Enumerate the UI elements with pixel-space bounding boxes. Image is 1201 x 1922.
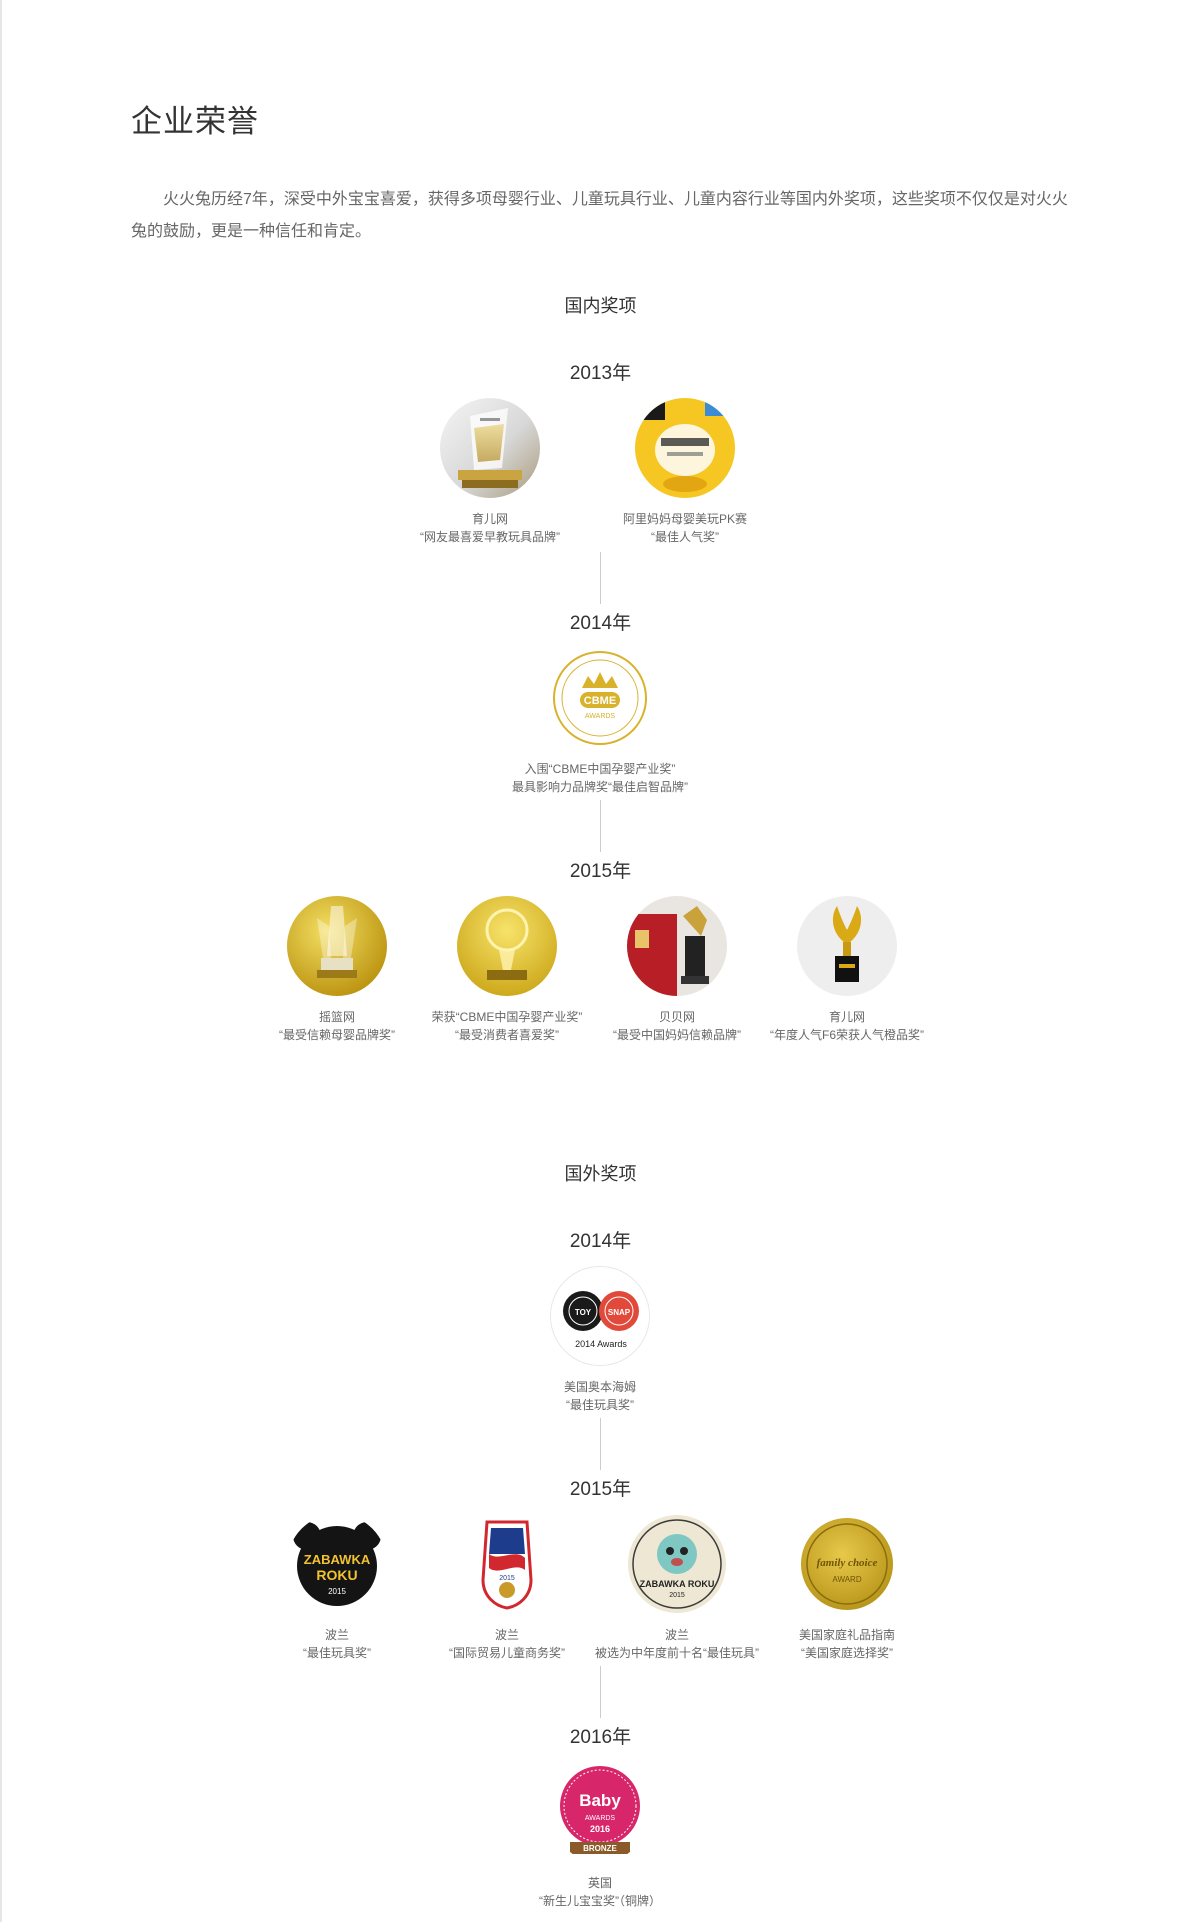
award-name: 育儿网 [828, 1010, 865, 1024]
award-desc: “新生儿宝宝奖”（铜牌） [539, 1894, 661, 1908]
baby-pregnancy-awards-bronze-icon: Baby AWARDS 2016 BRONZE [550, 1762, 650, 1862]
year-domestic-2015: 2015年 [569, 861, 632, 882]
award-desc: “年度人气F6荣获人气橙品奖” [770, 1028, 924, 1042]
award-item: 育儿网 “网友最喜爱早教玩具品牌” [390, 398, 590, 546]
page-left-border [0, 0, 2, 1922]
cbme-awards-badge-icon: CBME AWARDS [550, 648, 650, 748]
timeline-connector [600, 1418, 601, 1470]
award-item: family choice AWARD 美国家庭礼品指南 “美国家庭选择奖” [747, 1514, 947, 1662]
badge-subtext: AWARD [832, 1575, 861, 1584]
red-certificate-trophy-icon [627, 896, 727, 996]
badge-rank: BRONZE [583, 1844, 617, 1853]
award-name: 美国家庭礼品指南 [798, 1628, 895, 1642]
badge-text: CBME [584, 695, 616, 707]
award-name: 英国 [587, 1876, 612, 1890]
zabawka-roku-lion-badge-icon: ZABAWKA ROKU 2015 [627, 1514, 727, 1614]
award-desc: “网友最喜爱早教玩具品牌” [420, 530, 560, 544]
kids-biz-award-shield-icon: 2015 [457, 1514, 557, 1614]
award-name: 美国奥本海姆 [563, 1380, 636, 1394]
yellow-bunny-trophy-icon [635, 398, 735, 498]
timeline-connector [600, 800, 601, 852]
badge-subtext: ROKU [316, 1567, 357, 1583]
timeline-connector [600, 552, 601, 604]
family-choice-award-seal-icon: family choice AWARD [797, 1514, 897, 1614]
badge-text: family choice [817, 1557, 878, 1569]
badge-left-text: TOY [575, 1308, 592, 1317]
zabawka-roku-badge-icon: ZABAWKA ROKU 2015 [287, 1514, 387, 1614]
badge-right-text: SNAP [608, 1308, 631, 1317]
award-name: 育儿网 [471, 512, 508, 526]
award-item: 阿里妈妈母婴美玩PK赛 “最佳人气奖” [585, 398, 785, 546]
award-item: CBME AWARDS 入围“CBME中国孕婴产业奖” 最具影响力品牌奖“最佳启… [500, 648, 700, 796]
golden-wing-trophy-icon [797, 896, 897, 996]
badge-year: 2015 [669, 1592, 685, 1599]
award-desc: “最佳人气奖” [651, 530, 719, 544]
gold-trophy-icon [287, 896, 387, 996]
year-domestic-2013: 2013年 [569, 363, 632, 384]
cbme-gold-trophy-icon [457, 896, 557, 996]
badge-text: ZABAWKA ROKU [640, 1579, 715, 1589]
toy-snap-awards-badge-icon: TOY SNAP 2014 Awards [550, 1266, 650, 1366]
award-item: 育儿网 “年度人气F6荣获人气橙品奖” [747, 896, 947, 1044]
award-name: 阿里妈妈母婴美玩PK赛 [622, 512, 747, 526]
intro-paragraph: 火火兔历经7年，深受中外宝宝喜爱，获得多项母婴行业、儿童玩具行业、儿童内容行业等… [131, 191, 1068, 240]
year-domestic-2014: 2014年 [569, 613, 632, 634]
award-name: 入围“CBME中国孕婴产业奖” [524, 762, 676, 776]
crystal-trophy-icon [440, 398, 540, 498]
badge-caption: 2014 Awards [575, 1339, 627, 1349]
badge-subtext: AWARDS [585, 713, 616, 720]
award-desc: “最佳玩具奖” [566, 1398, 634, 1412]
year-foreign-2015: 2015年 [569, 1479, 632, 1500]
badge-year: 2015 [328, 1587, 346, 1596]
award-desc: “美国家庭选择奖” [801, 1646, 893, 1660]
award-item: TOY SNAP 2014 Awards 美国奥本海姆 “最佳玩具奖” [500, 1266, 700, 1414]
section-title-domestic: 国内奖项 [564, 296, 637, 316]
section-title-foreign: 国外奖项 [564, 1164, 637, 1184]
page-title: 企业荣誉 [131, 104, 259, 139]
award-desc: 最具影响力品牌奖“最佳启智品牌” [512, 780, 688, 794]
year-foreign-2014: 2014年 [569, 1231, 632, 1252]
badge-text: ZABAWKA [304, 1552, 371, 1567]
badge-year: 2015 [499, 1575, 515, 1582]
badge-text: Baby [579, 1791, 621, 1810]
badge-year: 2016 [590, 1824, 610, 1834]
award-item: Baby AWARDS 2016 BRONZE 英国 “新生儿宝宝奖”（铜牌） [500, 1762, 700, 1910]
timeline-connector [600, 1666, 601, 1718]
badge-subtext: AWARDS [585, 1815, 616, 1822]
year-foreign-2016: 2016年 [569, 1727, 632, 1748]
